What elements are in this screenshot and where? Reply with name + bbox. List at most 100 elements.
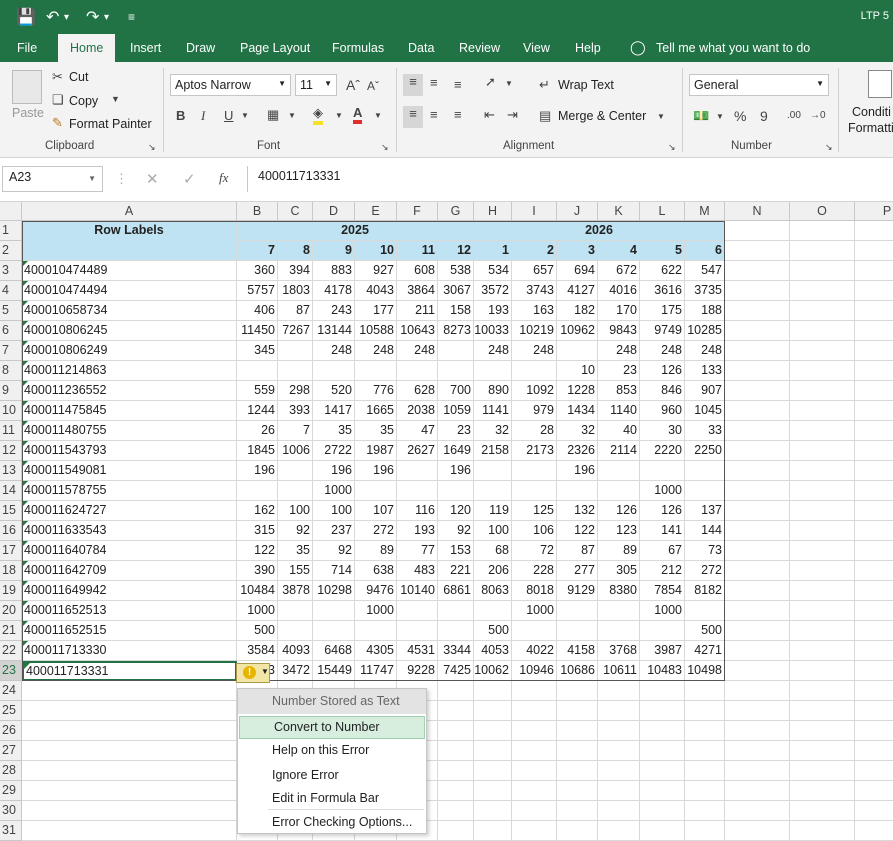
data-cell[interactable]: 10285 — [685, 321, 725, 341]
data-cell[interactable]: 1244 — [237, 401, 278, 421]
row-header[interactable]: 3 — [0, 261, 22, 281]
formula-input[interactable]: 400011713331 — [247, 166, 893, 192]
redo-icon[interactable]: ↷ — [86, 7, 99, 27]
data-cell[interactable]: 500 — [685, 621, 725, 641]
tab-page-layout[interactable]: Page Layout — [240, 41, 310, 55]
data-cell[interactable]: 3735 — [685, 281, 725, 301]
data-cell[interactable] — [557, 341, 598, 361]
column-header[interactable]: O — [790, 202, 855, 221]
scissors-icon[interactable]: ✂ — [52, 69, 63, 85]
row-header[interactable]: 21 — [0, 621, 22, 641]
data-cell[interactable]: 538 — [438, 261, 474, 281]
empty-cell[interactable] — [790, 681, 855, 701]
data-cell[interactable]: 100 — [278, 501, 313, 521]
empty-cell[interactable] — [598, 821, 640, 841]
data-cell[interactable]: 10588 — [355, 321, 397, 341]
row-header[interactable]: 24 — [0, 681, 22, 701]
data-cell[interactable]: 28 — [512, 421, 557, 441]
row-header[interactable]: 31 — [0, 821, 22, 841]
empty-cell[interactable] — [725, 401, 790, 421]
data-cell[interactable]: 8063 — [474, 581, 512, 601]
data-cell[interactable] — [313, 361, 355, 381]
data-cell[interactable]: 35 — [313, 421, 355, 441]
empty-cell[interactable] — [557, 681, 598, 701]
empty-cell[interactable] — [855, 801, 893, 821]
data-cell[interactable]: 390 — [237, 561, 278, 581]
row-header[interactable]: 7 — [0, 341, 22, 361]
cancel-icon[interactable]: ✕ — [146, 170, 159, 188]
data-cell[interactable]: 1000 — [237, 601, 278, 621]
row-label-cell[interactable]: 400011624727 — [22, 501, 237, 521]
data-cell[interactable]: 87 — [557, 541, 598, 561]
column-header[interactable]: G — [438, 202, 474, 221]
data-cell[interactable]: 10498 — [685, 661, 725, 681]
empty-cell[interactable] — [685, 741, 725, 761]
empty-cell[interactable] — [725, 321, 790, 341]
percent-button[interactable]: % — [734, 108, 746, 124]
data-cell[interactable]: 9476 — [355, 581, 397, 601]
row-label-cell[interactable]: 400010658734 — [22, 301, 237, 321]
comma-style-button[interactable]: 9 — [760, 108, 768, 124]
data-cell[interactable]: 32 — [474, 421, 512, 441]
data-cell[interactable]: 47 — [397, 421, 438, 441]
row-header[interactable]: 25 — [0, 701, 22, 721]
data-cell[interactable] — [397, 601, 438, 621]
empty-cell[interactable] — [685, 781, 725, 801]
data-cell[interactable] — [512, 621, 557, 641]
data-cell[interactable]: 122 — [237, 541, 278, 561]
row-label-cell[interactable]: 400011652513 — [22, 601, 237, 621]
empty-cell[interactable] — [22, 721, 237, 741]
data-cell[interactable]: 1000 — [512, 601, 557, 621]
tab-insert[interactable]: Insert — [130, 41, 161, 55]
data-cell[interactable]: 73 — [685, 541, 725, 561]
data-cell[interactable]: 622 — [640, 261, 685, 281]
empty-cell[interactable] — [790, 441, 855, 461]
data-cell[interactable]: 23 — [438, 421, 474, 441]
chevron-down-icon[interactable]: ▾ — [104, 12, 109, 23]
column-header[interactable]: D — [313, 202, 355, 221]
undo-icon[interactable]: ↶ — [46, 7, 59, 27]
data-cell[interactable]: 11450 — [237, 321, 278, 341]
data-cell[interactable]: 177 — [355, 301, 397, 321]
data-cell[interactable]: 657 — [512, 261, 557, 281]
row-label-cell[interactable]: 400011214863 — [22, 361, 237, 381]
data-cell[interactable] — [438, 621, 474, 641]
empty-cell[interactable] — [685, 681, 725, 701]
month-header[interactable]: 5 — [640, 241, 685, 261]
data-cell[interactable]: 89 — [355, 541, 397, 561]
chevron-down-icon[interactable]: ▼ — [657, 112, 665, 121]
data-cell[interactable] — [557, 621, 598, 641]
data-cell[interactable] — [512, 361, 557, 381]
empty-cell[interactable] — [438, 821, 474, 841]
data-cell[interactable] — [438, 481, 474, 501]
data-cell[interactable]: 628 — [397, 381, 438, 401]
data-cell[interactable] — [397, 481, 438, 501]
empty-cell[interactable] — [790, 381, 855, 401]
row-header[interactable]: 19 — [0, 581, 22, 601]
data-cell[interactable]: 559 — [237, 381, 278, 401]
data-cell[interactable]: 10298 — [313, 581, 355, 601]
data-cell[interactable]: 2722 — [313, 441, 355, 461]
empty-cell[interactable] — [790, 781, 855, 801]
italic-button[interactable]: I — [201, 108, 205, 124]
month-header[interactable]: 8 — [278, 241, 313, 261]
data-cell[interactable]: 163 — [512, 301, 557, 321]
row-header[interactable]: 16 — [0, 521, 22, 541]
data-cell[interactable] — [438, 341, 474, 361]
empty-cell[interactable] — [725, 641, 790, 661]
empty-cell[interactable] — [557, 821, 598, 841]
column-header[interactable]: N — [725, 202, 790, 221]
empty-cell[interactable] — [557, 761, 598, 781]
data-cell[interactable]: 193 — [397, 521, 438, 541]
data-cell[interactable]: 1417 — [313, 401, 355, 421]
empty-cell[interactable] — [725, 501, 790, 521]
month-header[interactable]: 6 — [685, 241, 725, 261]
empty-cell[interactable] — [512, 701, 557, 721]
empty-cell[interactable] — [790, 601, 855, 621]
empty-cell[interactable] — [725, 721, 790, 741]
empty-cell[interactable] — [725, 681, 790, 701]
column-header[interactable]: H — [474, 202, 512, 221]
increase-font-size-icon[interactable]: Aˆ — [346, 77, 360, 93]
data-cell[interactable]: 3584 — [237, 641, 278, 661]
empty-cell[interactable] — [855, 621, 893, 641]
